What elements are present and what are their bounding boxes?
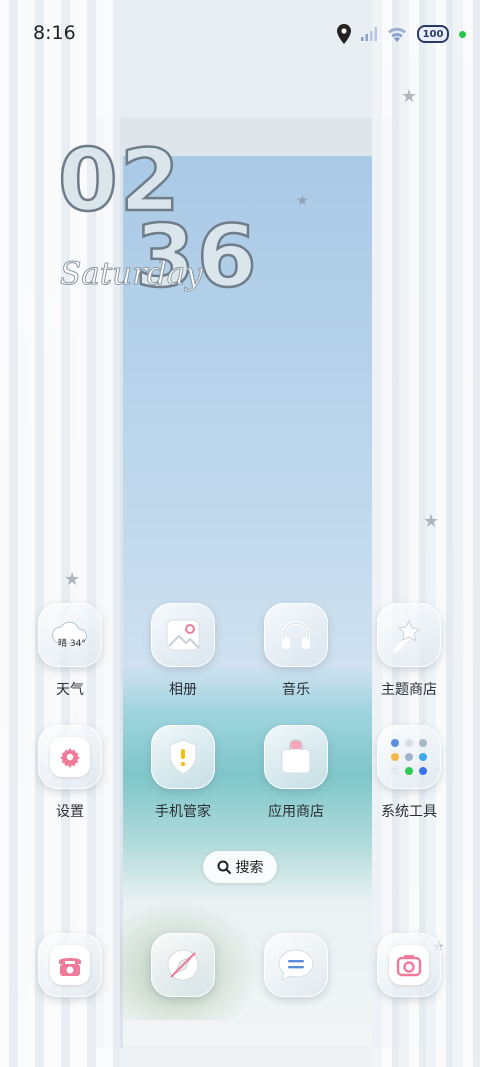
app-label: 天气 (56, 682, 84, 698)
browser-compass-icon (167, 949, 199, 981)
app-label: 设置 (56, 804, 84, 820)
dock-messages[interactable] (256, 933, 336, 997)
star-decoration-icon: ★ (423, 511, 440, 532)
browser-tile[interactable] (151, 933, 215, 997)
star-decoration-icon: ★ (296, 193, 309, 209)
folder-icon[interactable] (377, 725, 441, 789)
dock-browser[interactable] (143, 933, 223, 997)
camera-icon (396, 955, 422, 977)
search-button[interactable]: 搜索 (203, 851, 277, 883)
shopping-bag-icon (281, 739, 311, 774)
dock-camera[interactable] (369, 933, 449, 997)
battery-icon: 100 (417, 25, 449, 43)
app-theme-store[interactable]: 主题商店 (369, 603, 449, 699)
shield-icon (169, 739, 197, 775)
app-label: 主题商店 (381, 682, 437, 698)
gear-icon (59, 747, 81, 768)
app-store-tile[interactable] (264, 725, 328, 789)
app-weather[interactable]: 晴 34° 天气 (30, 603, 110, 699)
app-label: 系统工具 (381, 804, 437, 820)
weather-badge: 晴 34° (58, 639, 86, 649)
gallery-tile[interactable] (151, 603, 215, 667)
dock-phone[interactable] (30, 933, 110, 997)
music-tile[interactable] (264, 603, 328, 667)
status-time: 8:16 (33, 22, 76, 44)
privacy-dot-icon (459, 30, 466, 38)
app-label: 应用商店 (268, 804, 324, 820)
signal-icon (361, 27, 377, 41)
headphones-icon (282, 621, 310, 649)
message-icon (278, 949, 314, 981)
weather-icon[interactable]: 晴 34° (38, 603, 102, 667)
gallery-icon (166, 619, 200, 651)
star-decoration-icon: ★ (401, 86, 418, 107)
app-system-tools-folder[interactable]: 系统工具 (369, 725, 449, 821)
phone-tile[interactable] (38, 933, 102, 997)
status-icons: 100 (337, 21, 466, 47)
status-bar: 8:16 100 (0, 0, 480, 68)
theme-tile[interactable] (377, 603, 441, 667)
wifi-icon (388, 27, 406, 42)
camera-tile[interactable] (377, 933, 441, 997)
clock-day: Saturday (60, 256, 204, 293)
app-settings[interactable]: 设置 (30, 725, 110, 821)
settings-inner (50, 737, 90, 777)
app-label: 手机管家 (155, 804, 211, 820)
phone-icon (59, 958, 81, 976)
phone-inner (50, 945, 90, 985)
app-app-store[interactable]: 应用商店 (256, 725, 336, 821)
app-label: 音乐 (282, 682, 310, 698)
messages-tile[interactable] (264, 933, 328, 997)
location-icon (337, 24, 351, 44)
star-decoration-icon: ★ (64, 569, 81, 590)
theme-brush-icon (393, 619, 421, 653)
search-icon (217, 860, 231, 874)
settings-tile[interactable] (38, 725, 102, 789)
battery-level: 100 (422, 28, 444, 40)
phone-manager-tile[interactable] (151, 725, 215, 789)
app-gallery[interactable]: 相册 (143, 603, 223, 699)
app-label: 相册 (169, 682, 197, 698)
camera-inner (389, 945, 429, 985)
folder-contents (391, 739, 427, 775)
wallpaper-curtain-right (372, 0, 480, 1067)
app-music[interactable]: 音乐 (256, 603, 336, 699)
app-phone-manager[interactable]: 手机管家 (143, 725, 223, 821)
search-label: 搜索 (235, 860, 264, 876)
